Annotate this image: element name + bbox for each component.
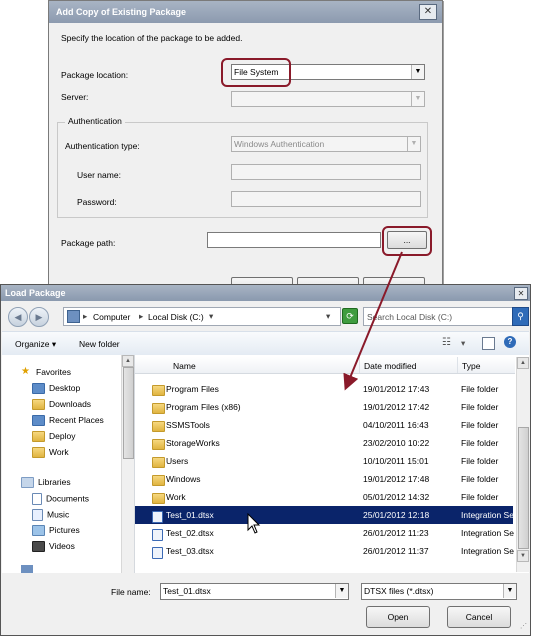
mouse-cursor-icon [247, 513, 261, 534]
annotation-arrow [343, 251, 403, 391]
